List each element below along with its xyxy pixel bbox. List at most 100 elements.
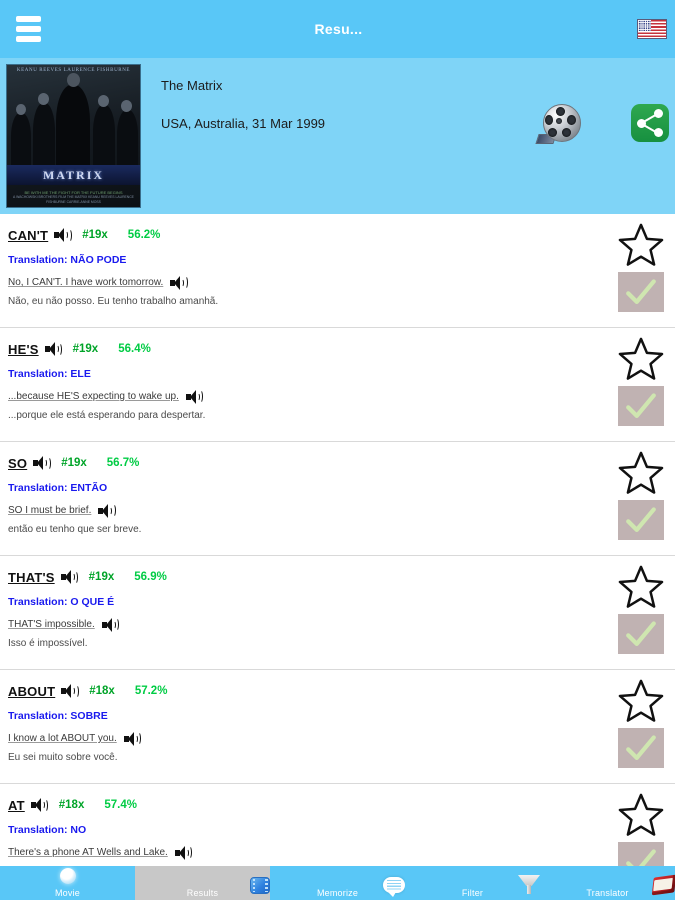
star-outline-icon[interactable] [618, 450, 664, 494]
example-sentence: There's a phone AT Wells and Lake. [8, 845, 675, 860]
example-en[interactable]: No, I CAN'T. I have work tomorrow. [8, 277, 163, 288]
speaker-icon[interactable] [170, 275, 189, 290]
speaker-icon[interactable] [174, 845, 194, 860]
example-sentence: THAT'S impossible. [8, 617, 675, 632]
movie-title: The Matrix [161, 78, 223, 93]
hamburger-bar [15, 16, 41, 22]
example-sentence: I know a lot ABOUT you. [8, 731, 675, 746]
poster-figures [7, 73, 140, 165]
occurrence-count: #19x [88, 571, 115, 583]
star-outline-icon[interactable] [618, 792, 664, 836]
nav-label: Filter [461, 888, 484, 898]
example-pt: ...porque ele está esperando para desper… [8, 410, 206, 421]
result-row[interactable]: SO #19x 56.7% Translation: ENTÃO SO I mu… [0, 442, 675, 556]
movie-subtitle: USA, Australia, 31 Mar 1999 [161, 116, 326, 131]
example-en[interactable]: THAT'S impossible. [8, 619, 95, 630]
movie-poster[interactable]: KEANU REEVES LAURENCE FISHBURNE BE WITH … [6, 64, 141, 208]
nav-item-filter[interactable]: Filter [405, 866, 540, 900]
occurrence-count: #18x [58, 799, 85, 811]
check-icon[interactable] [618, 614, 664, 654]
occurrence-count: #19x [82, 229, 108, 241]
coverage-percent: 57.2% [134, 685, 168, 697]
hamburger-bar [15, 36, 41, 42]
star-outline-icon[interactable] [618, 222, 664, 266]
results-list[interactable]: CAN'T #19x 56.2% Translation: NÃO PODE N… [0, 214, 675, 866]
speaker-icon[interactable] [44, 342, 64, 357]
coverage-percent: 56.2% [127, 229, 161, 241]
check-icon[interactable] [618, 842, 664, 866]
row-header: SO #19x 56.7% [8, 454, 675, 472]
flag-canton [638, 20, 651, 31]
speaker-icon[interactable] [101, 617, 121, 632]
example-pt: Eu sei muito sobre você. [8, 752, 118, 763]
poster-title-bar: MATRIX [7, 165, 140, 185]
example-en[interactable]: SO I must be brief. [8, 505, 91, 516]
row-actions [615, 564, 667, 654]
star-outline-icon[interactable] [618, 564, 664, 608]
bottom-navigation: Movie Results Memorize Filter Translator [0, 866, 675, 900]
translation-label: Translation: SOBRE [8, 710, 108, 722]
speaker-icon[interactable] [60, 570, 80, 585]
speaker-icon[interactable] [54, 228, 73, 243]
example-en[interactable]: I know a lot ABOUT you. [8, 733, 117, 744]
word-label[interactable]: CAN'T [8, 228, 48, 243]
nav-item-memorize[interactable]: Memorize [270, 866, 405, 900]
example-sentence: No, I CAN'T. I have work tomorrow. [8, 275, 675, 290]
nav-item-movie[interactable]: Movie [0, 866, 135, 900]
nav-label: Results [186, 888, 219, 898]
check-icon[interactable] [618, 500, 664, 540]
word-label[interactable]: ABOUT [8, 684, 55, 699]
row-actions [615, 450, 667, 540]
star-outline-icon[interactable] [618, 336, 664, 380]
coverage-percent: 57.4% [104, 799, 137, 811]
nav-item-translator[interactable]: Translator [540, 866, 675, 900]
speaker-icon[interactable] [123, 731, 143, 746]
nav-label: Memorize [316, 888, 359, 898]
star-outline-icon[interactable] [618, 678, 664, 722]
result-row[interactable]: AT #18x 57.4% Translation: NO There's a … [0, 784, 675, 866]
translation-label: Translation: NO [8, 824, 87, 836]
word-label[interactable]: HE'S [8, 342, 39, 357]
result-row[interactable]: HE'S #19x 56.4% Translation: ELE ...beca… [0, 328, 675, 442]
result-row[interactable]: ABOUT #18x 57.2% Translation: SOBRE I kn… [0, 670, 675, 784]
result-row[interactable]: THAT'S #19x 56.9% Translation: O QUE É T… [0, 556, 675, 670]
occurrence-count: #18x [89, 685, 115, 697]
movie-info-panel: KEANU REEVES LAURENCE FISHBURNE BE WITH … [0, 58, 675, 214]
speaker-icon[interactable] [98, 503, 117, 518]
row-header: HE'S #19x 56.4% [8, 340, 675, 358]
translation-label: Translation: ENTÃO [8, 482, 108, 494]
coverage-percent: 56.4% [118, 343, 151, 355]
example-en[interactable]: There's a phone AT Wells and Lake. [8, 847, 168, 858]
film-reel-icon[interactable] [535, 104, 581, 144]
example-en[interactable]: ...because HE'S expecting to wake up. [8, 391, 179, 402]
example-pt: então eu tenho que ser breve. [8, 524, 142, 535]
word-label[interactable]: SO [8, 456, 27, 471]
translation-label: Translation: O QUE É [8, 596, 115, 608]
example-pt: Isso é impossível. [8, 638, 88, 649]
occurrence-count: #19x [72, 343, 99, 355]
speaker-icon[interactable] [61, 684, 80, 699]
speaker-icon[interactable] [30, 798, 50, 813]
result-row[interactable]: CAN'T #19x 56.2% Translation: NÃO PODE N… [0, 214, 675, 328]
movie-meta: The Matrix USA, Australia, 31 Mar 1999 [141, 64, 565, 208]
check-icon[interactable] [618, 728, 664, 768]
check-icon[interactable] [618, 386, 664, 426]
share-icon[interactable] [631, 104, 669, 142]
movie-actions [535, 64, 669, 208]
nav-label: Translator [586, 888, 629, 898]
word-label[interactable]: THAT'S [8, 570, 55, 585]
page-title: Resu... [314, 21, 363, 37]
row-header: CAN'T #19x 56.2% [8, 226, 675, 244]
app-header: Resu... [0, 0, 675, 58]
translation-label: Translation: NÃO PODE [8, 254, 127, 266]
word-label[interactable]: AT [8, 798, 25, 813]
occurrence-count: #19x [61, 457, 87, 469]
speaker-icon[interactable] [33, 456, 52, 471]
example-sentence: SO I must be brief. [8, 503, 675, 518]
row-header: THAT'S #19x 56.9% [8, 568, 675, 586]
speaker-icon[interactable] [185, 389, 205, 404]
us-flag-icon[interactable] [637, 19, 667, 39]
check-icon[interactable] [618, 272, 664, 312]
poster-title: MATRIX [42, 167, 105, 182]
nav-item-results[interactable]: Results [135, 866, 270, 900]
